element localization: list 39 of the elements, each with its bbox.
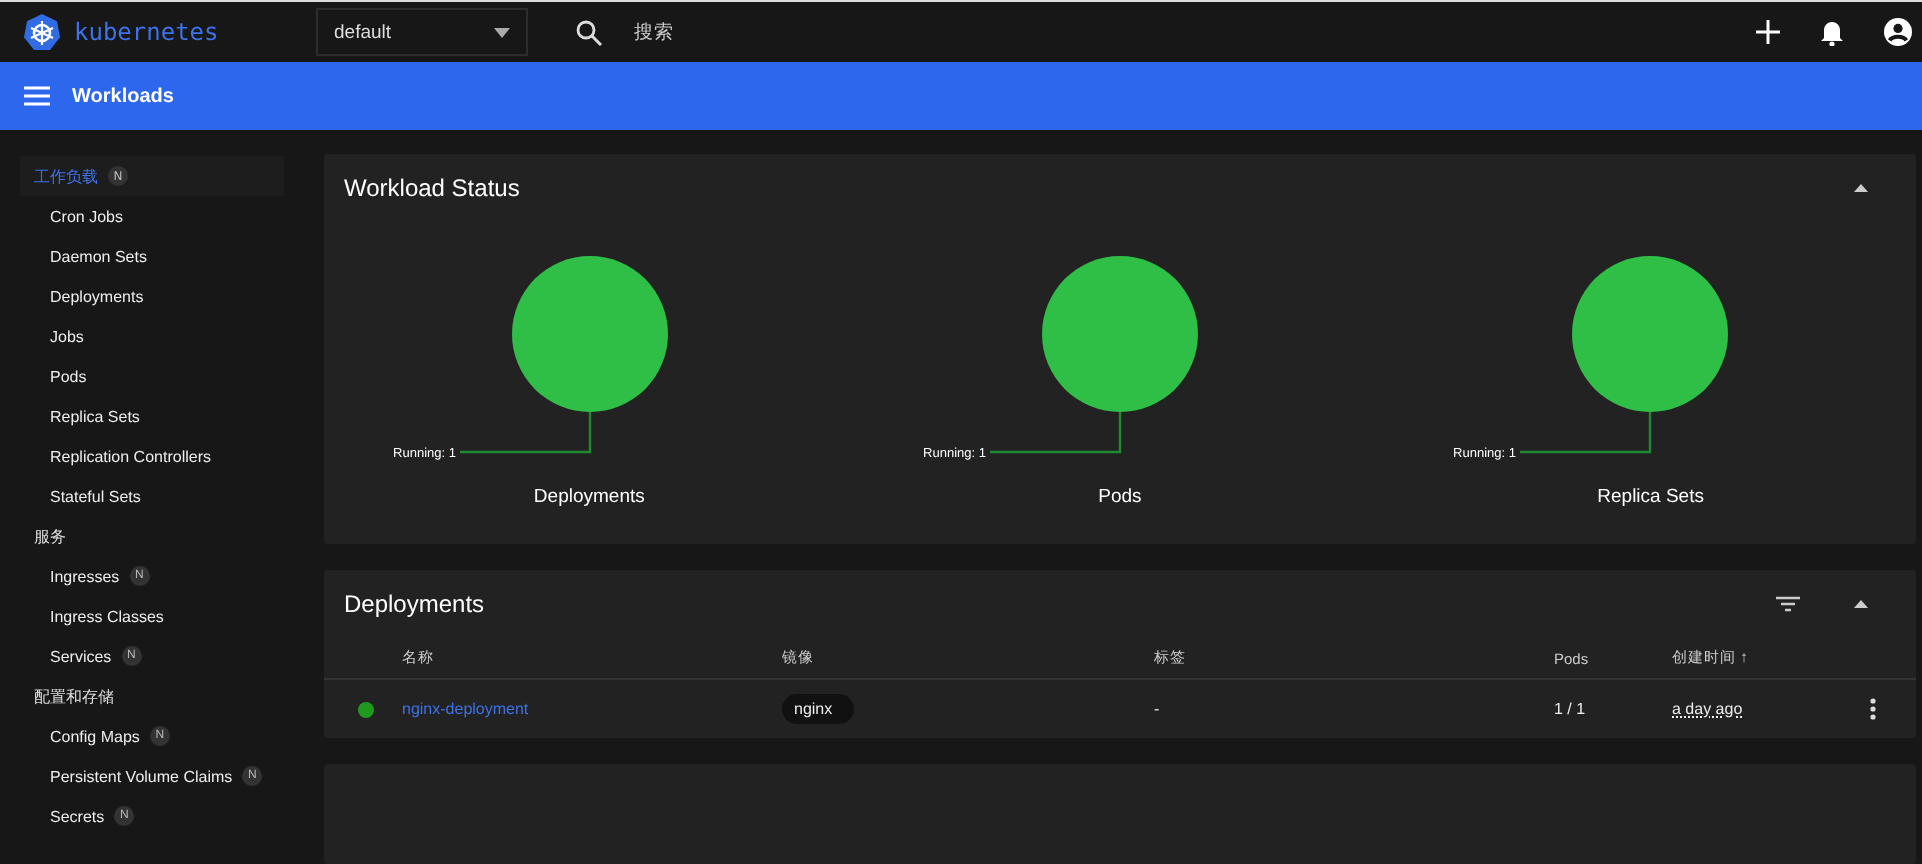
account-icon[interactable] [1884, 18, 1912, 46]
collapse-icon[interactable] [1854, 600, 1868, 608]
sidebar-section[interactable]: 服务 [20, 516, 284, 556]
logo-text[interactable]: kubernetes [74, 18, 219, 46]
sidebar-item[interactable]: Cron Jobs [0, 196, 320, 236]
sidebar-item[interactable]: Pods [0, 356, 320, 396]
caret-icon [494, 27, 510, 37]
table-cell: - [1154, 700, 1160, 718]
sidebar-section[interactable]: 配置和存储 [20, 676, 284, 716]
sidebar-item[interactable]: Stateful Sets [0, 476, 320, 516]
deployment-link[interactable]: nginx-deployment [402, 700, 529, 718]
collapse-icon[interactable] [1854, 184, 1868, 192]
chart-title: Replica Sets [1597, 486, 1704, 508]
plus-icon[interactable] [1756, 20, 1780, 44]
leader-line [989, 412, 1122, 454]
filter-icon[interactable] [1776, 596, 1800, 612]
sidebar-item[interactable]: Replica Sets [0, 396, 320, 436]
card-title: Deployments [344, 590, 485, 618]
namespace-dropdown[interactable]: default [316, 8, 528, 56]
sidebar-item[interactable]: Daemon Sets [0, 236, 320, 276]
chart-title: Deployments [533, 486, 645, 508]
bell-icon[interactable] [1820, 19, 1844, 45]
menu-icon[interactable] [24, 86, 50, 106]
card-title: Workload Status [344, 174, 520, 202]
page-title: Workloads [72, 85, 174, 107]
table-cell: a day ago [1672, 700, 1743, 718]
leader-line [459, 412, 591, 454]
sidebar-item[interactable]: Jobs [0, 316, 320, 356]
sidebar-item[interactable]: Ingress Classes [0, 596, 320, 636]
sidebar-item[interactable]: Replication Controllers [0, 436, 320, 476]
helm-wheel-logo-icon[interactable] [22, 12, 62, 52]
image-chip: nginx [782, 694, 855, 724]
search-icon[interactable] [576, 19, 602, 45]
sidebar-item[interactable]: Deployments [0, 276, 320, 316]
table-cell: 1 / 1 [1554, 700, 1586, 718]
search-field[interactable]: 搜索 [630, 19, 878, 45]
chart-title: Pods [1098, 486, 1142, 508]
leader-line [1520, 412, 1652, 454]
more-icon[interactable] [1870, 698, 1876, 720]
